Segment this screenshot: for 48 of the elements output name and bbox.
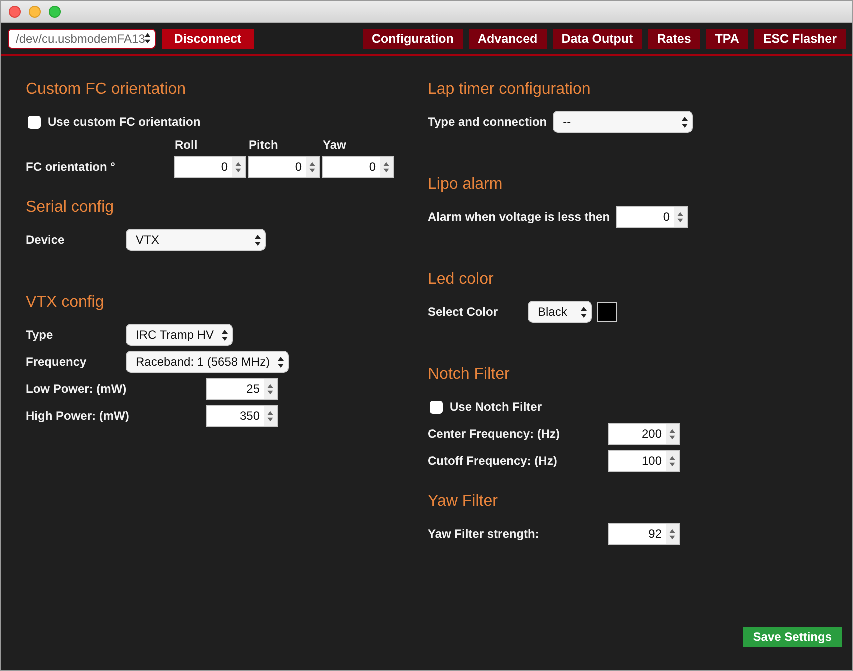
axis-label: Pitch bbox=[248, 138, 280, 152]
nav-button[interactable]: Configuration bbox=[363, 28, 463, 48]
nav-button[interactable]: ESC Flasher bbox=[754, 28, 846, 48]
nav-button[interactable]: Data Output bbox=[552, 28, 642, 48]
save-settings-button[interactable]: Save Settings bbox=[743, 627, 842, 647]
section-heading: Notch Filter bbox=[428, 365, 511, 385]
updown-icon bbox=[278, 356, 284, 368]
field-label: Alarm when voltage is less then bbox=[428, 210, 612, 224]
nav-button[interactable]: Rates bbox=[648, 28, 700, 48]
axis-label: Roll bbox=[174, 138, 199, 152]
field-label: Type bbox=[26, 328, 54, 342]
field-label: Cutoff Frequency: (Hz) bbox=[428, 454, 558, 468]
section-heading: Led color bbox=[428, 270, 495, 290]
field-label: High Power: (mW) bbox=[26, 409, 130, 423]
section-heading: VTX config bbox=[26, 293, 106, 313]
checkbox[interactable] bbox=[28, 116, 41, 128]
field-label: Type and connection bbox=[428, 115, 548, 129]
port-select[interactable]: /dev/cu.usbmodemFA13 bbox=[8, 28, 156, 48]
select-field[interactable]: VTX bbox=[126, 229, 266, 251]
updown-icon bbox=[222, 330, 228, 340]
checkbox-label: Use Notch Filter bbox=[450, 400, 544, 414]
checkbox[interactable] bbox=[430, 400, 443, 414]
close-icon[interactable] bbox=[9, 6, 21, 18]
select-field[interactable]: Raceband: 1 (5658 MHz) bbox=[126, 351, 290, 373]
nav-button[interactable]: Advanced bbox=[468, 28, 547, 48]
updown-icon bbox=[581, 306, 587, 318]
axis-label: Yaw bbox=[322, 138, 348, 152]
field-label: Frequency bbox=[26, 355, 88, 369]
field-label: FC orientation ° bbox=[26, 160, 116, 176]
select-field[interactable]: IRC Tramp HV bbox=[126, 324, 234, 346]
field-label: Device bbox=[26, 233, 66, 247]
updown-icon bbox=[255, 234, 261, 246]
section-heading: Yaw Filter bbox=[428, 492, 499, 512]
checkbox-label: Use custom FC orientation bbox=[48, 115, 202, 129]
section-heading: Lap timer configuration bbox=[428, 80, 592, 100]
select-field[interactable]: -- bbox=[553, 111, 694, 133]
field-label: Yaw Filter strength: bbox=[428, 527, 540, 541]
updown-icon bbox=[682, 116, 688, 128]
field-label: Low Power: (mW) bbox=[26, 382, 128, 396]
section-heading: Custom FC orientation bbox=[26, 80, 188, 100]
section-heading: Serial config bbox=[26, 198, 116, 218]
field-label: Select Color bbox=[428, 305, 500, 319]
nav-button[interactable]: TPA bbox=[706, 28, 748, 48]
updown-icon bbox=[145, 33, 151, 44]
select-field[interactable]: Black bbox=[528, 301, 592, 323]
field-label: Center Frequency: (Hz) bbox=[428, 427, 562, 441]
disconnect-button[interactable]: Disconnect bbox=[162, 28, 254, 48]
section-heading: Lipo alarm bbox=[428, 175, 504, 195]
